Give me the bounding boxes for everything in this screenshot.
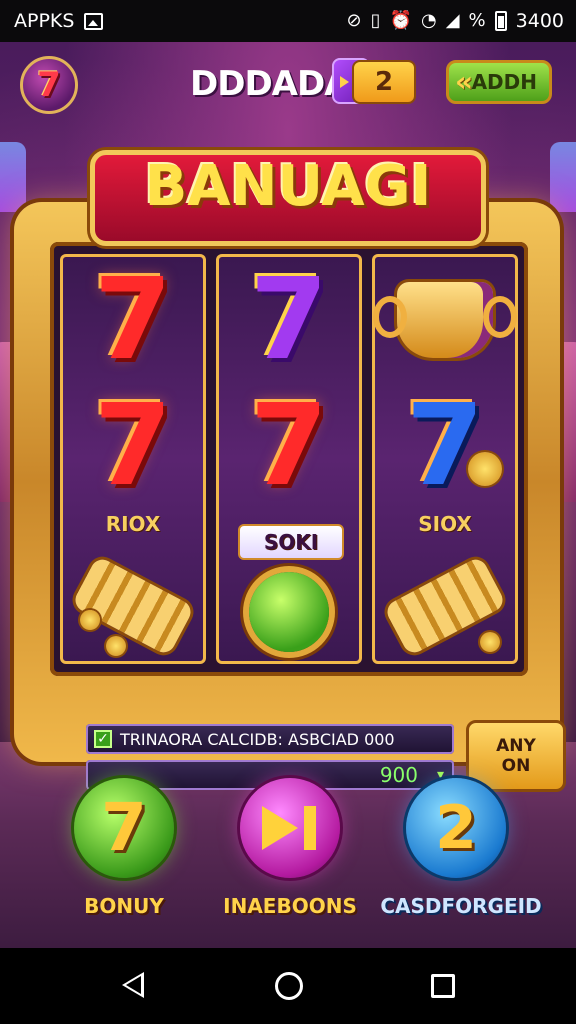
alarm-icon: ⏰ [389,10,412,31]
slot-machine: 7 7 RIOX 7 7 SOKI 7 SIOX ✓ TRINAORA CALC… [14,202,566,792]
reel-1[interactable]: 7 7 RIOX [60,254,206,664]
battery-icon [494,11,507,31]
bet-info-bar: ✓ TRINAORA CALCIDB: ASBCIAD 000 [86,724,454,754]
red-seven-icon: 7 [94,381,172,511]
seven-logo-icon: 7 [37,65,61,105]
nav-recents-icon[interactable] [431,974,455,998]
red-seven-icon: 7 [250,381,328,511]
spin-button[interactable]: ANY ON [466,720,566,792]
spin-label-1: ANY [496,736,536,756]
golden-trophy-icon [372,260,518,380]
image-icon [84,12,104,30]
back-button[interactable]: « ADDH [446,60,552,104]
bonus-label: BONUY [84,894,164,918]
level-badge[interactable]: 2 [352,60,416,104]
nav-home-icon[interactable] [275,972,303,1000]
play-forward-icon [260,806,320,850]
cards-icon: 2 [435,793,477,863]
wifi-icon: ◔ [420,10,437,31]
bet-info-text: TRINAORA CALCIDB: ASBCIAD 000 [120,729,395,749]
clock: 3400 [515,10,564,32]
game-screen: 7 DDDADA 2 « ADDH 7 7 RIOX 7 7 SOKI 7 SI… [0,42,576,948]
reel-label: SIOX [418,512,472,536]
seven-icon: 7 [101,789,147,866]
navigation-bar [0,948,576,1024]
cards-label: CASDFORGEID [380,894,542,918]
reel-3[interactable]: 7 SIOX [372,254,518,664]
left-light [0,142,26,212]
purple-seven-icon: 7 [250,255,328,385]
bonus-button[interactable]: 7 [74,778,174,878]
status-bar: APPKS ⊘ ▯ ⏰ ◔ ◢ % 3400 [0,0,576,42]
back-button-label: ADDH [471,70,537,94]
golden-horn-icon [60,546,206,666]
game-title: BANUAGI [144,154,432,219]
reel-window: 7 7 RIOX 7 7 SOKI 7 SIOX ✓ TRINAORA CALC… [50,242,566,792]
green-cup-icon [216,552,362,672]
profile-badge[interactable]: 7 [20,56,78,114]
red-seven-icon: 7 [94,255,172,385]
data-saver-icon: ⊘ [346,10,362,31]
nav-back-icon[interactable] [122,972,144,998]
check-icon: ✓ [94,730,112,748]
play-button[interactable] [240,778,340,878]
vibrate-icon: ▯ [370,10,381,31]
spin-label-2: ON [501,756,531,776]
brand-title: DDDADA [190,64,351,104]
reel-label: RIOX [105,512,161,536]
cards-button[interactable]: 2 [406,778,506,878]
back-arrow-icon: « [455,65,474,98]
signal-icon: ◢ [445,10,460,31]
right-light [550,142,576,212]
app-label: APPKS [14,10,75,32]
no-sim-icon: % [468,10,486,31]
reel-2[interactable]: 7 7 SOKI [216,254,362,664]
blue-seven-icon: 7 [406,381,484,511]
play-label: INAEBOONS [223,894,357,918]
